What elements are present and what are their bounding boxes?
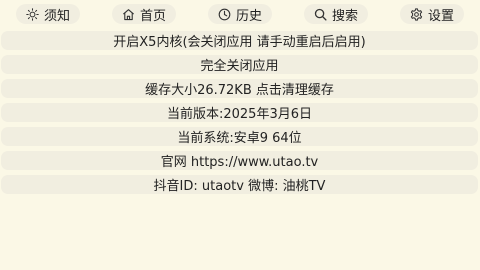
tab-notice[interactable]: 须知 xyxy=(16,4,80,24)
website-item[interactable]: 官网 https://www.utao.tv xyxy=(1,151,478,170)
clear-cache-button[interactable]: 缓存大小26.72KB 点击清理缓存 xyxy=(1,79,478,98)
gear-icon xyxy=(410,7,423,21)
tab-search[interactable]: 搜索 xyxy=(304,4,368,24)
current-version-item[interactable]: 当前版本:2025年3月6日 xyxy=(1,103,478,122)
search-icon xyxy=(314,8,327,21)
tab-search-label: 搜索 xyxy=(331,8,358,24)
top-nav-bar: 须知 首页 历史 搜索 设置 xyxy=(0,0,480,28)
clock-icon xyxy=(218,8,231,21)
tab-home[interactable]: 首页 xyxy=(112,4,176,24)
home-icon xyxy=(122,8,135,21)
social-accounts-item[interactable]: 抖音ID: utaotv 微博: 油桃TV xyxy=(1,175,478,194)
close-app-button[interactable]: 完全关闭应用 xyxy=(1,55,478,74)
sun-icon xyxy=(26,7,39,21)
tab-home-label: 首页 xyxy=(139,8,166,24)
tab-settings[interactable]: 设置 xyxy=(400,4,464,24)
tab-notice-label: 须知 xyxy=(43,8,70,24)
tab-history-label: 历史 xyxy=(235,8,262,24)
enable-x5-kernel-button[interactable]: 开启X5内核(会关闭应用 请手动重启后启用) xyxy=(1,31,478,50)
tab-settings-label: 设置 xyxy=(427,8,454,24)
current-system-item[interactable]: 当前系统:安卓9 64位 xyxy=(1,127,478,146)
tab-history[interactable]: 历史 xyxy=(208,4,272,24)
